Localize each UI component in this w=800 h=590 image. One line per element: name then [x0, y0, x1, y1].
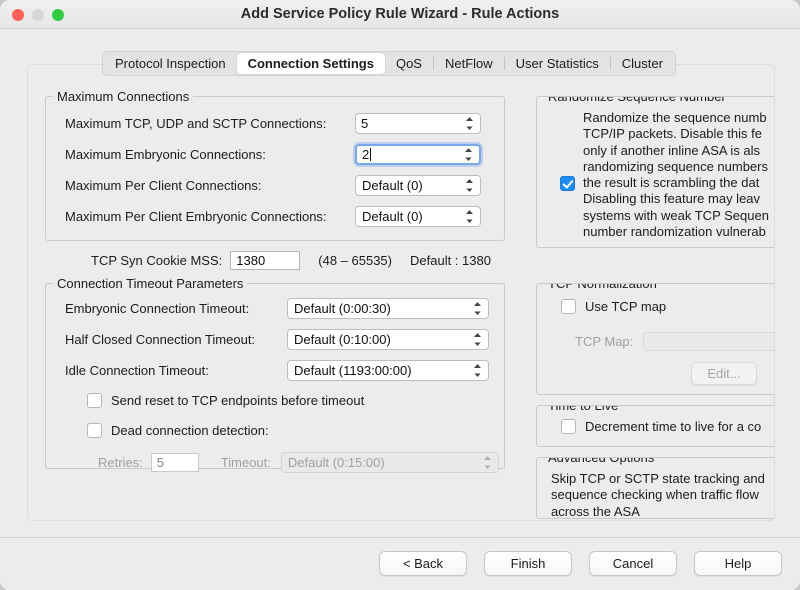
window-title: Add Service Policy Rule Wizard - Rule Ac… — [0, 0, 800, 29]
footer-buttons: < Back Finish Cancel Help — [379, 551, 782, 576]
connection-settings-panel: Maximum Connections Maximum TCP, UDP and… — [27, 64, 775, 521]
decrement-ttl-label: Decrement time to live for a co — [585, 419, 761, 434]
cancel-button[interactable]: Cancel — [589, 551, 677, 576]
tcp-map-row: TCP Map: — [575, 332, 775, 351]
send-reset-label: Send reset to TCP endpoints before timeo… — [111, 393, 364, 408]
half-closed-timeout-value: Default (0:10:00) — [288, 332, 488, 347]
chevron-updown-icon[interactable] — [465, 116, 474, 131]
dead-connection-detection-row[interactable]: Dead connection detection: — [87, 423, 269, 438]
tcp-normalization-group: TCP Normalization Use TCP map TCP Map: E… — [536, 283, 775, 395]
tab-connection-settings[interactable]: Connection Settings — [237, 53, 385, 74]
tcp-map-buttons-row: Edit... — [691, 362, 775, 385]
max-per-client-embryonic-label: Maximum Per Client Embryonic Connections… — [65, 209, 355, 224]
max-per-client-embryonic-combo[interactable]: Default (0) — [355, 206, 481, 227]
tab-qos[interactable]: QoS — [385, 53, 433, 74]
tcp-normalization-legend: TCP Normalization — [544, 283, 661, 291]
use-tcp-map-checkbox[interactable] — [561, 299, 576, 314]
dead-connection-detection-checkbox[interactable] — [87, 423, 102, 438]
randomize-sequence-number-checkbox[interactable] — [560, 176, 575, 191]
title-bar: Add Service Policy Rule Wizard - Rule Ac… — [0, 0, 800, 29]
tab-user-statistics[interactable]: User Statistics — [505, 53, 610, 74]
tab-bar: Protocol Inspection Connection Settings … — [102, 51, 676, 76]
max-per-client-combo[interactable]: Default (0) — [355, 175, 481, 196]
retries-input: 5 — [151, 453, 199, 472]
back-button[interactable]: < Back — [379, 551, 467, 576]
chevron-updown-icon[interactable] — [465, 178, 474, 193]
advanced-options-description: Skip TCP or SCTP state tracking and sequ… — [551, 471, 765, 519]
footer-bar: < Back Finish Cancel Help — [0, 537, 800, 590]
retry-timeout-label: Timeout: — [221, 455, 271, 470]
tcp-syn-cookie-mss-row: TCP Syn Cookie MSS: 1380 (48 – 65535) De… — [91, 251, 491, 270]
maximum-connections-legend: Maximum Connections — [53, 89, 193, 104]
retries-label: Retries: — [98, 455, 143, 470]
max-tcp-udp-sctp-value: 5 — [356, 116, 480, 131]
tab-netflow[interactable]: NetFlow — [434, 53, 504, 74]
advanced-options-group: Advanced Options Skip TCP or SCTP state … — [536, 457, 775, 519]
retries-timeout-row: Retries: 5 Timeout: Default (0:15:00) — [98, 452, 499, 473]
tcp-map-input — [643, 332, 775, 351]
tcp-syn-cookie-mss-default: Default : 1380 — [410, 253, 491, 268]
maximum-connections-group: Maximum Connections Maximum TCP, UDP and… — [45, 96, 505, 241]
embryonic-timeout-row: Embryonic Connection Timeout: Default (0… — [65, 298, 489, 319]
embryonic-timeout-label: Embryonic Connection Timeout: — [65, 301, 287, 316]
help-button[interactable]: Help — [694, 551, 782, 576]
max-per-client-label: Maximum Per Client Connections: — [65, 178, 355, 193]
send-reset-checkbox[interactable] — [87, 393, 102, 408]
max-per-client-embryonic-row: Maximum Per Client Embryonic Connections… — [65, 206, 489, 227]
tab-cluster[interactable]: Cluster — [611, 53, 674, 74]
half-closed-timeout-combo[interactable]: Default (0:10:00) — [287, 329, 489, 350]
dead-connection-detection-label: Dead connection detection: — [111, 423, 269, 438]
retry-timeout-combo: Default (0:15:00) — [281, 452, 499, 473]
embryonic-timeout-combo[interactable]: Default (0:00:30) — [287, 298, 489, 319]
max-embryonic-stepper[interactable]: 2 — [355, 144, 481, 165]
randomize-sequence-number-group: Randomize Sequence Number Randomize the … — [536, 96, 775, 248]
embryonic-timeout-value: Default (0:00:30) — [288, 301, 488, 316]
idle-timeout-value: Default (1193:00:00) — [288, 363, 488, 378]
use-tcp-map-label: Use TCP map — [585, 299, 666, 314]
max-per-client-value: Default (0) — [356, 178, 480, 193]
finish-button[interactable]: Finish — [484, 551, 572, 576]
decrement-ttl-checkbox[interactable] — [561, 419, 576, 434]
idle-timeout-combo[interactable]: Default (1193:00:00) — [287, 360, 489, 381]
use-tcp-map-row[interactable]: Use TCP map — [561, 299, 666, 314]
chevron-updown-icon[interactable] — [473, 332, 482, 347]
tab-protocol-inspection[interactable]: Protocol Inspection — [104, 53, 237, 74]
connection-timeout-group: Connection Timeout Parameters Embryonic … — [45, 283, 505, 469]
connection-timeout-legend: Connection Timeout Parameters — [53, 276, 247, 291]
chevron-updown-icon[interactable] — [464, 147, 473, 162]
max-per-client-embryonic-value: Default (0) — [356, 209, 480, 224]
chevron-updown-icon[interactable] — [465, 209, 474, 224]
tcp-syn-cookie-mss-input[interactable]: 1380 — [230, 251, 300, 270]
max-embryonic-row: Maximum Embryonic Connections: 2 — [65, 144, 489, 165]
wizard-window: Add Service Policy Rule Wizard - Rule Ac… — [0, 0, 800, 590]
tcp-map-label: TCP Map: — [575, 334, 633, 349]
idle-timeout-label: Idle Connection Timeout: — [65, 363, 287, 378]
time-to-live-group: Time to Live Decrement time to live for … — [536, 405, 775, 447]
half-closed-timeout-label: Half Closed Connection Timeout: — [65, 332, 287, 347]
max-embryonic-value: 2 — [362, 147, 369, 162]
advanced-options-legend: Advanced Options — [544, 457, 658, 465]
decrement-ttl-row[interactable]: Decrement time to live for a co — [561, 419, 761, 434]
max-embryonic-label: Maximum Embryonic Connections: — [65, 147, 355, 162]
time-to-live-legend: Time to Live — [544, 405, 622, 413]
tcp-syn-cookie-mss-label: TCP Syn Cookie MSS: — [91, 253, 222, 268]
chevron-updown-icon[interactable] — [473, 363, 482, 378]
chevron-updown-icon — [483, 455, 492, 470]
text-caret — [370, 148, 371, 161]
max-tcp-udp-sctp-row: Maximum TCP, UDP and SCTP Connections: 5 — [65, 113, 489, 134]
half-closed-timeout-row: Half Closed Connection Timeout: Default … — [65, 329, 489, 350]
edit-tcp-map-button[interactable]: Edit... — [691, 362, 757, 385]
randomize-sequence-number-legend: Randomize Sequence Number — [544, 96, 730, 104]
retry-timeout-value: Default (0:15:00) — [282, 455, 498, 470]
randomize-description: Randomize the sequence numb TCP/IP packe… — [583, 110, 769, 240]
max-per-client-row: Maximum Per Client Connections: Default … — [65, 175, 489, 196]
max-tcp-udp-sctp-stepper[interactable]: 5 — [355, 113, 481, 134]
chevron-updown-icon[interactable] — [473, 301, 482, 316]
idle-timeout-row: Idle Connection Timeout: Default (1193:0… — [65, 360, 489, 381]
max-tcp-udp-sctp-label: Maximum TCP, UDP and SCTP Connections: — [65, 116, 355, 131]
send-reset-row[interactable]: Send reset to TCP endpoints before timeo… — [87, 393, 364, 408]
tcp-syn-cookie-mss-range: (48 – 65535) — [318, 253, 392, 268]
